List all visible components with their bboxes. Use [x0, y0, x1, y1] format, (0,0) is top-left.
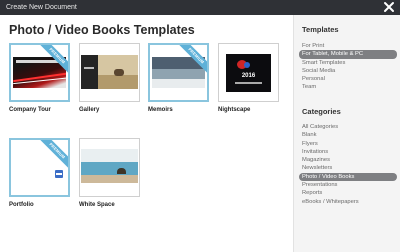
sidebar-item-for-tablet-mobile-pc[interactable]: For Tablet, Mobile & PC [299, 50, 397, 59]
template-thumbnail[interactable]: PREMIUM [148, 43, 209, 102]
template-thumbnail[interactable] [79, 138, 140, 197]
thumbnail-year: 2016 [241, 73, 256, 79]
sidebar-item-blank[interactable]: Blank [299, 131, 397, 139]
sidebar-item-photo-video-books[interactable]: Photo / Video Books [299, 172, 397, 182]
sidebar-item-smart-templates[interactable]: Smart Templates [299, 59, 397, 67]
template-label: Portfolio [9, 202, 34, 208]
premium-ribbon: PREMIUM [36, 140, 68, 172]
template-label: Nightscape [218, 107, 251, 113]
sidebar-item-invitations[interactable]: Invitations [299, 148, 397, 156]
sidebar-item-social-media[interactable]: Social Media [299, 67, 397, 75]
categories-filter-list: All Categories Blank Flyers Invitations … [299, 123, 397, 206]
sidebar-item-reports[interactable]: Reports [299, 189, 397, 197]
template-label: Gallery [79, 107, 100, 113]
categories-section-title: Categories [302, 107, 341, 116]
template-label: Memoirs [148, 107, 173, 113]
sidebar-item-newsletters[interactable]: Newsletters [299, 164, 397, 172]
templates-filter-list: For Print For Tablet, Mobile & PC Smart … [299, 42, 397, 92]
template-thumbnail[interactable]: PREMIUM [9, 43, 70, 102]
template-thumbnail[interactable] [79, 43, 140, 102]
close-icon[interactable] [383, 1, 395, 13]
sidebar-item-presentations[interactable]: Presentations [299, 181, 397, 189]
sidebar-item-ebooks-whitepapers[interactable]: eBooks / Whitepapers [299, 198, 397, 206]
sidebar: Templates For Print For Tablet, Mobile &… [293, 15, 400, 252]
sidebar-item-personal[interactable]: Personal [299, 75, 397, 83]
templates-section-title: Templates [302, 25, 339, 34]
page-title: Photo / Video Books Templates [9, 23, 195, 37]
template-thumbnail[interactable]: 2016 [218, 43, 279, 102]
window-title: Create New Document [6, 4, 77, 11]
sidebar-item-magazines[interactable]: Magazines [299, 156, 397, 164]
template-gallery: Photo / Video Books Templates PREMIUM Co… [0, 15, 293, 252]
title-bar: Create New Document [0, 0, 400, 15]
sidebar-item-for-print[interactable]: For Print [299, 42, 397, 50]
sidebar-item-flyers[interactable]: Flyers [299, 140, 397, 148]
sidebar-item-team[interactable]: Team [299, 83, 397, 91]
sidebar-item-all-categories[interactable]: All Categories [299, 123, 397, 131]
template-label: Company Tour [9, 107, 51, 113]
template-label: White Space [79, 202, 115, 208]
template-thumbnail[interactable]: PREMIUM [9, 138, 70, 197]
